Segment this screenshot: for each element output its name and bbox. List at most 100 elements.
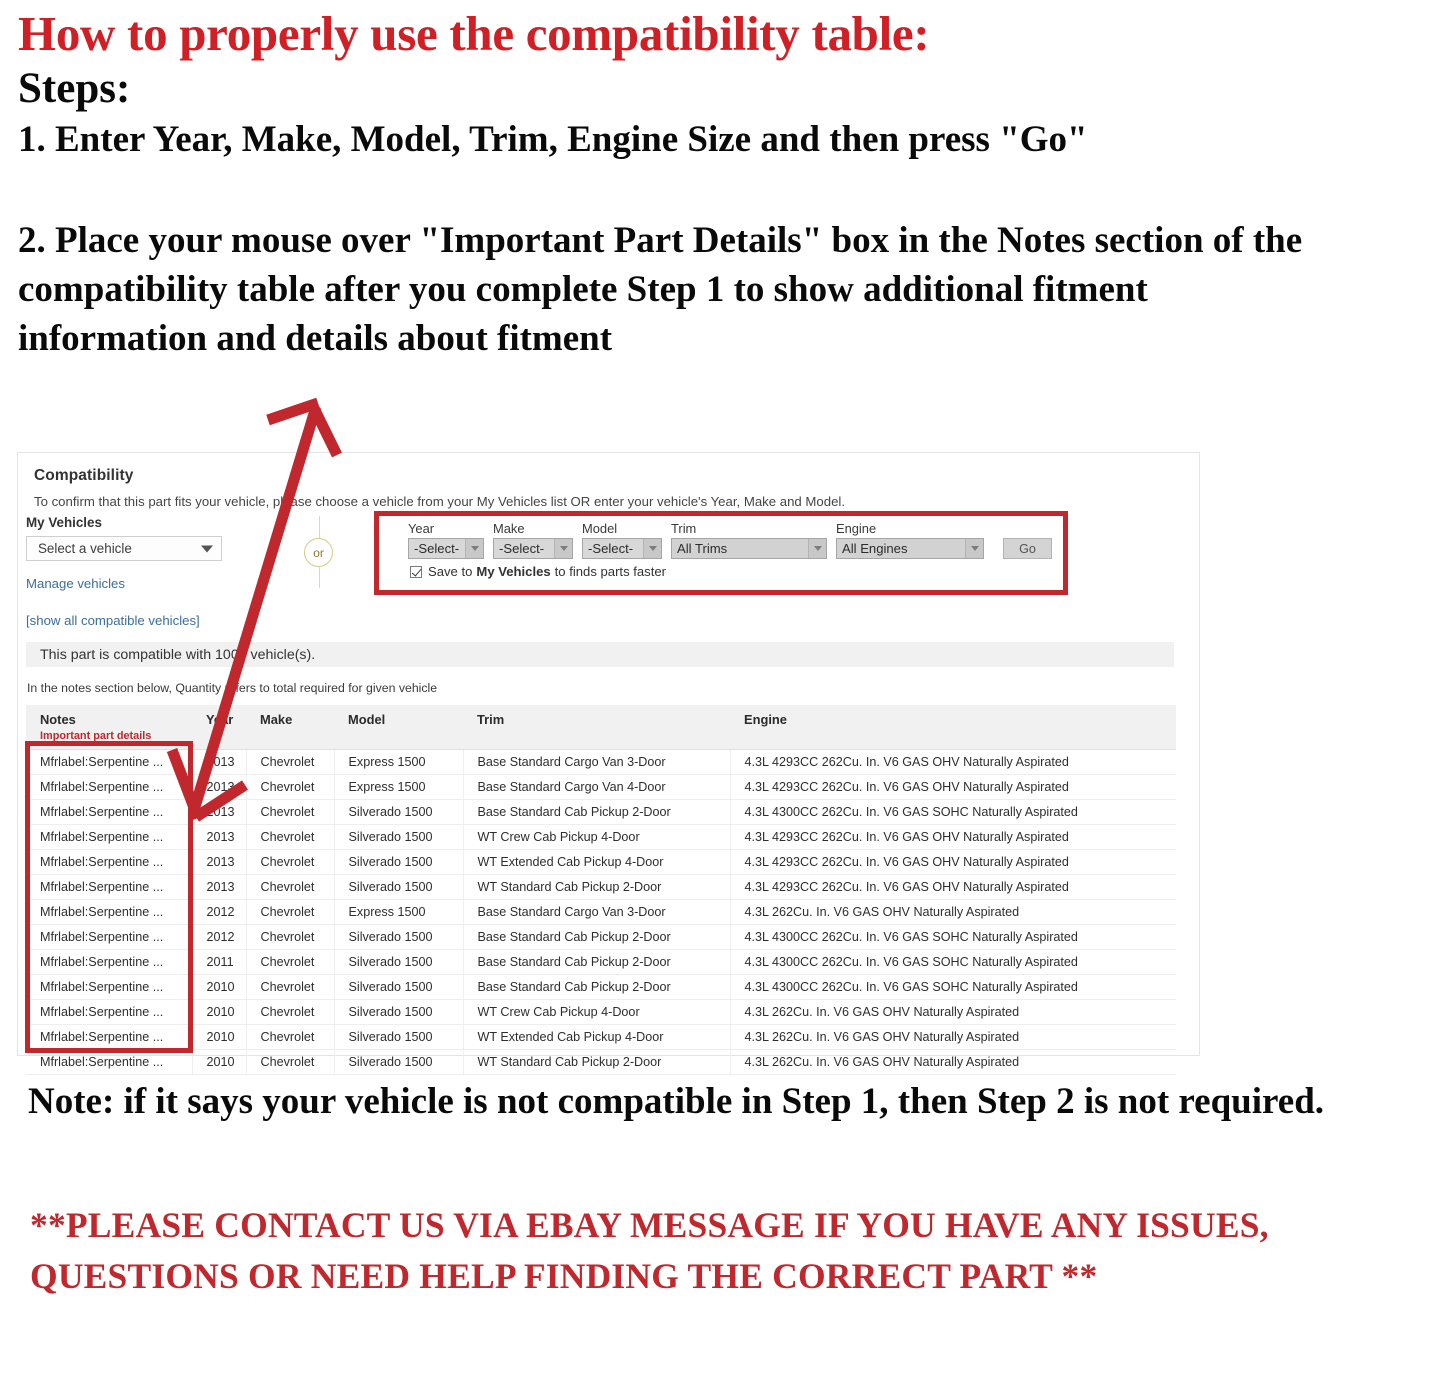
cell-make: Chevrolet (246, 924, 335, 950)
cell-engine: 4.3L 4300CC 262Cu. In. V6 GAS SOHC Natur… (730, 799, 1176, 825)
instructions-block: How to properly use the compatibility ta… (18, 8, 1418, 364)
cell-make: Chevrolet (246, 749, 335, 775)
my-vehicles-block: My Vehicles Select a vehicle Manage vehi… (26, 515, 266, 628)
year-select[interactable]: -Select- (408, 538, 484, 559)
cell-year: 2010 (192, 1024, 247, 1050)
model-label: Model (582, 521, 618, 536)
make-select[interactable]: -Select- (493, 538, 573, 559)
compatibility-table-body: Mfrlabel:Serpentine ... 2013 Chevrolet Expr… (26, 749, 1176, 1075)
trim-select[interactable]: All Trims (671, 538, 827, 559)
vehicle-select-dropdown[interactable]: Select a vehicle (26, 536, 222, 561)
compatibility-heading: Compatibility (34, 467, 134, 484)
step-one-text: 1. Enter Year, Make, Model, Trim, Engine… (18, 119, 1088, 161)
cell-trim: Base Standard Cab Pickup 2-Door (463, 974, 731, 1000)
column-header-trim[interactable]: Trim (463, 705, 730, 750)
cell-model: Express 1500 (334, 899, 464, 925)
cell-make: Chevrolet (246, 949, 335, 975)
table-row: Mfrlabel:Serpentine ... 2010 Chevrolet Silv… (26, 1049, 1176, 1075)
cell-notes[interactable]: Mfrlabel:Serpentine ... (26, 749, 193, 775)
cell-engine: 4.3L 262Cu. In. V6 GAS OHV Naturally Asp… (730, 999, 1176, 1025)
cell-engine: 4.3L 4293CC 262Cu. In. V6 GAS OHV Natura… (730, 874, 1176, 900)
my-vehicles-label: My Vehicles (26, 515, 102, 530)
chevron-down-icon (643, 539, 661, 558)
cell-trim: Base Standard Cargo Van 3-Door (463, 749, 731, 775)
column-header-model[interactable]: Model (334, 705, 463, 750)
column-header-make[interactable]: Make (246, 705, 334, 750)
cell-year: 2011 (192, 949, 247, 975)
cell-year: 2013 (192, 749, 247, 775)
cell-engine: 4.3L 262Cu. In. V6 GAS OHV Naturally Asp… (730, 1049, 1176, 1075)
vehicle-finder-form: Year -Select- Make -Select- Model -Selec… (408, 521, 1052, 559)
cell-trim: Base Standard Cab Pickup 2-Door (463, 799, 731, 825)
steps-heading: Steps: (18, 64, 131, 112)
cell-model: Silverado 1500 (334, 849, 464, 875)
show-all-compatible-vehicles-link[interactable]: [show all compatible vehicles] (26, 613, 266, 628)
cell-year: 2012 (192, 899, 247, 925)
save-vehicle-checkbox[interactable] (410, 565, 422, 578)
table-row: Mfrlabel:Serpentine ... 2012 Chevrolet Silv… (26, 924, 1176, 950)
compatibility-table-head: Notes Important part details Year Make M… (26, 705, 1176, 750)
cell-engine: 4.3L 4300CC 262Cu. In. V6 GAS SOHC Natur… (730, 924, 1176, 950)
table-row: Mfrlabel:Serpentine ... 2010 Chevrolet Silv… (26, 999, 1176, 1025)
engine-select[interactable]: All Engines (836, 538, 984, 559)
column-header-notes[interactable]: Notes Important part details (26, 705, 192, 750)
make-label: Make (493, 521, 525, 536)
vehicle-select-value: Select a vehicle (38, 541, 132, 556)
table-header-row: Notes Important part details Year Make M… (26, 705, 1176, 750)
table-row: Mfrlabel:Serpentine ... 2013 Chevrolet Silv… (26, 849, 1176, 875)
model-select[interactable]: -Select- (582, 538, 662, 559)
cell-trim: Base Standard Cab Pickup 2-Door (463, 949, 731, 975)
compatibility-table: Notes Important part details Year Make M… (26, 705, 1176, 1075)
save-suffix-text: to finds parts faster (554, 564, 667, 579)
cell-engine: 4.3L 4300CC 262Cu. In. V6 GAS SOHC Natur… (730, 974, 1176, 1000)
cell-year: 2013 (192, 849, 247, 875)
cell-make: Chevrolet (246, 824, 335, 850)
model-field-group: Model -Select- (582, 521, 662, 559)
chevron-down-icon (808, 539, 826, 558)
column-header-engine[interactable]: Engine (730, 705, 1176, 750)
cell-notes[interactable]: Mfrlabel:Serpentine ... (26, 799, 193, 825)
important-part-details-label[interactable]: Important part details (40, 730, 192, 742)
cell-make: Chevrolet (246, 999, 335, 1025)
cell-make: Chevrolet (246, 874, 335, 900)
engine-select-value: All Engines (842, 541, 908, 556)
save-to-my-vehicles-row[interactable]: Save to My Vehicles to finds parts faste… (410, 564, 666, 579)
manage-vehicles-link[interactable]: Manage vehicles (26, 576, 266, 591)
cell-notes[interactable]: Mfrlabel:Serpentine ... (26, 874, 193, 900)
cell-make: Chevrolet (246, 974, 335, 1000)
cell-trim: WT Standard Cab Pickup 2-Door (463, 874, 731, 900)
go-button[interactable]: Go (1003, 538, 1052, 559)
cell-engine: 4.3L 4293CC 262Cu. In. V6 GAS OHV Natura… (730, 849, 1176, 875)
cell-trim: Base Standard Cab Pickup 2-Door (463, 924, 731, 950)
cell-notes[interactable]: Mfrlabel:Serpentine ... (26, 974, 193, 1000)
column-header-year[interactable]: Year (192, 705, 246, 750)
or-divider: or (300, 516, 340, 588)
cell-notes[interactable]: Mfrlabel:Serpentine ... (26, 824, 193, 850)
cell-model: Silverado 1500 (334, 949, 464, 975)
cell-notes[interactable]: Mfrlabel:Serpentine ... (26, 924, 193, 950)
table-row: Mfrlabel:Serpentine ... 2013 Chevrolet Expr… (26, 774, 1176, 800)
cell-trim: WT Crew Cab Pickup 4-Door (463, 824, 731, 850)
cell-notes[interactable]: Mfrlabel:Serpentine ... (26, 899, 193, 925)
cell-model: Silverado 1500 (334, 999, 464, 1025)
compatibility-panel-inner: Compatibility To confirm that this part … (18, 453, 1199, 509)
table-row: Mfrlabel:Serpentine ... 2013 Chevrolet Silv… (26, 874, 1176, 900)
make-field-group: Make -Select- (493, 521, 573, 559)
cell-notes[interactable]: Mfrlabel:Serpentine ... (26, 774, 193, 800)
trim-label: Trim (671, 521, 697, 536)
save-prefix-text: Save to (428, 564, 473, 579)
cell-notes[interactable]: Mfrlabel:Serpentine ... (26, 1024, 193, 1050)
notes-quantity-hint: In the notes section below, Quantity ref… (27, 681, 438, 695)
cell-notes[interactable]: Mfrlabel:Serpentine ... (26, 1049, 193, 1075)
cell-notes[interactable]: Mfrlabel:Serpentine ... (26, 849, 193, 875)
save-bold-text: My Vehicles (476, 564, 551, 579)
table-row: Mfrlabel:Serpentine ... 2011 Chevrolet Silv… (26, 949, 1176, 975)
trim-select-value: All Trims (677, 541, 728, 556)
cell-notes[interactable]: Mfrlabel:Serpentine ... (26, 949, 193, 975)
cell-trim: WT Crew Cab Pickup 4-Door (463, 999, 731, 1025)
cell-notes[interactable]: Mfrlabel:Serpentine ... (26, 999, 193, 1025)
table-row: Mfrlabel:Serpentine ... 2013 Chevrolet Expr… (26, 749, 1176, 775)
cell-make: Chevrolet (246, 899, 335, 925)
cell-trim: WT Standard Cab Pickup 2-Door (463, 1049, 731, 1075)
cell-make: Chevrolet (246, 1024, 335, 1050)
